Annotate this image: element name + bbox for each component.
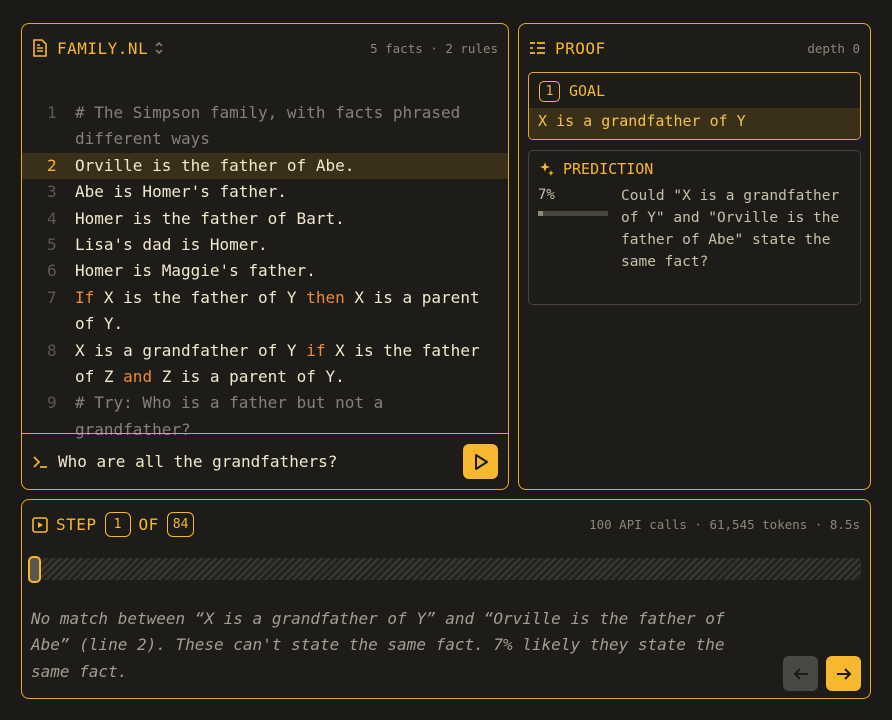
goal-label: GOAL bbox=[569, 82, 606, 100]
code-line-3[interactable]: 3 Abe is Homer's father. bbox=[22, 179, 508, 205]
next-step-button[interactable] bbox=[826, 656, 861, 691]
step-play-icon bbox=[32, 516, 48, 533]
keyword-then: then bbox=[306, 287, 345, 307]
goal-card[interactable]: 1 GOAL X is a grandfather of Y bbox=[528, 72, 861, 140]
line-text: Orville is the father of Abe. bbox=[75, 155, 355, 175]
line-number: 6 bbox=[47, 261, 57, 281]
prediction-bar bbox=[538, 211, 608, 216]
line-text: Abe is Homer's father. bbox=[75, 182, 287, 202]
text-segment: X is a grandfather of Y bbox=[75, 340, 307, 360]
line-text: Lisa's dad is Homer. bbox=[75, 235, 268, 255]
keyword-if: If bbox=[75, 287, 95, 307]
prediction-percent: 7% bbox=[538, 187, 555, 203]
editor-panel: FAMILY.NL 5 facts · 2 rules 1 # The Simps… bbox=[21, 23, 509, 490]
code-line-4[interactable]: 4 Homer is the father of Bart. bbox=[22, 206, 508, 232]
line-number: 4 bbox=[47, 208, 57, 228]
proof-title: PROOF bbox=[555, 38, 606, 58]
of-word: OF bbox=[138, 515, 159, 534]
line-text: X is a grandfather of Y if X is the fath… bbox=[75, 338, 496, 391]
previous-step-button[interactable] bbox=[783, 656, 818, 691]
proof-header: PROOF depth 0 bbox=[519, 24, 870, 72]
step-panel: STEP 1 OF 84 100 API calls · 61,545 toke… bbox=[21, 499, 871, 699]
list-tree-icon bbox=[529, 41, 546, 55]
line-number: 7 bbox=[47, 287, 57, 307]
code-line-2[interactable]: 2 Orville is the father of Abe. bbox=[22, 152, 508, 180]
step-header: STEP 1 OF 84 bbox=[32, 512, 195, 537]
line-number: 8 bbox=[47, 340, 57, 360]
line-text: Homer is Maggie's father. bbox=[75, 261, 316, 281]
text-segment: X is the father of Y bbox=[94, 287, 307, 307]
line-number: 5 bbox=[47, 235, 57, 255]
prediction-card: PREDICTION 7% Could "X is a grandfather … bbox=[528, 150, 861, 305]
editor-header: FAMILY.NL 5 facts · 2 rules bbox=[22, 24, 508, 72]
line-number: 3 bbox=[47, 182, 57, 202]
timeline-track[interactable] bbox=[31, 558, 861, 580]
line-text: If X is the father of Y then X is a pare… bbox=[75, 285, 496, 338]
step-total-badge: 84 bbox=[166, 512, 195, 537]
keyword-and: and bbox=[123, 367, 153, 387]
text-segment: Z is a parent of Y. bbox=[152, 367, 345, 387]
step-word: STEP bbox=[56, 515, 97, 534]
sparkle-icon bbox=[539, 161, 555, 177]
code-line-1[interactable]: 1 # The Simpson family, with facts phrase… bbox=[22, 100, 508, 153]
editor-stats: 5 facts · 2 rules bbox=[370, 40, 498, 56]
step-current-badge: 1 bbox=[104, 512, 131, 537]
code-line-6[interactable]: 6 Homer is Maggie's father. bbox=[22, 258, 508, 284]
play-icon bbox=[472, 452, 490, 472]
code-line-5[interactable]: 5 Lisa's dad is Homer. bbox=[22, 232, 508, 258]
line-number: 2 bbox=[47, 155, 57, 175]
proof-depth: depth 0 bbox=[807, 40, 860, 56]
goal-text: X is a grandfather of Y bbox=[529, 108, 860, 139]
goal-index-badge: 1 bbox=[539, 80, 560, 102]
chevron-updown-icon[interactable] bbox=[154, 41, 164, 55]
timeline-handle[interactable] bbox=[28, 556, 41, 583]
prediction-header: PREDICTION bbox=[529, 151, 860, 187]
prediction-text: Could "X is a grandfather of Y" and "Orv… bbox=[621, 188, 840, 270]
file-name[interactable]: FAMILY.NL bbox=[57, 39, 148, 58]
line-text: Homer is the father of Bart. bbox=[75, 208, 345, 228]
arrow-left-icon bbox=[792, 666, 810, 682]
proof-panel: PROOF depth 0 1 GOAL X is a grandfather … bbox=[518, 23, 871, 490]
step-stats: 100 API calls · 61,545 tokens · 8.5s bbox=[589, 517, 860, 532]
goal-header: 1 GOAL bbox=[529, 73, 860, 109]
query-input[interactable]: Who are all the grandfathers? bbox=[58, 452, 337, 471]
code-line-8[interactable]: 8 X is a grandfather of Y if X is the fat… bbox=[22, 338, 508, 391]
line-text: # The Simpson family, with facts phrased… bbox=[75, 103, 470, 149]
terminal-prompt-icon bbox=[32, 455, 48, 469]
step-explanation: No match between “X is a grandfather of … bbox=[31, 609, 725, 681]
run-query-button[interactable] bbox=[463, 444, 498, 479]
keyword-if: if bbox=[306, 340, 326, 360]
code-editor[interactable]: 1 # The Simpson family, with facts phrase… bbox=[22, 100, 508, 443]
arrow-right-icon bbox=[835, 666, 853, 682]
document-icon bbox=[32, 39, 48, 57]
code-line-7[interactable]: 7 If X is the father of Y then X is a par… bbox=[22, 285, 508, 338]
query-bar: Who are all the grandfathers? bbox=[22, 433, 508, 489]
line-number: 1 bbox=[47, 103, 57, 122]
prediction-label: PREDICTION bbox=[563, 160, 654, 178]
prediction-bar-fill bbox=[538, 211, 543, 216]
